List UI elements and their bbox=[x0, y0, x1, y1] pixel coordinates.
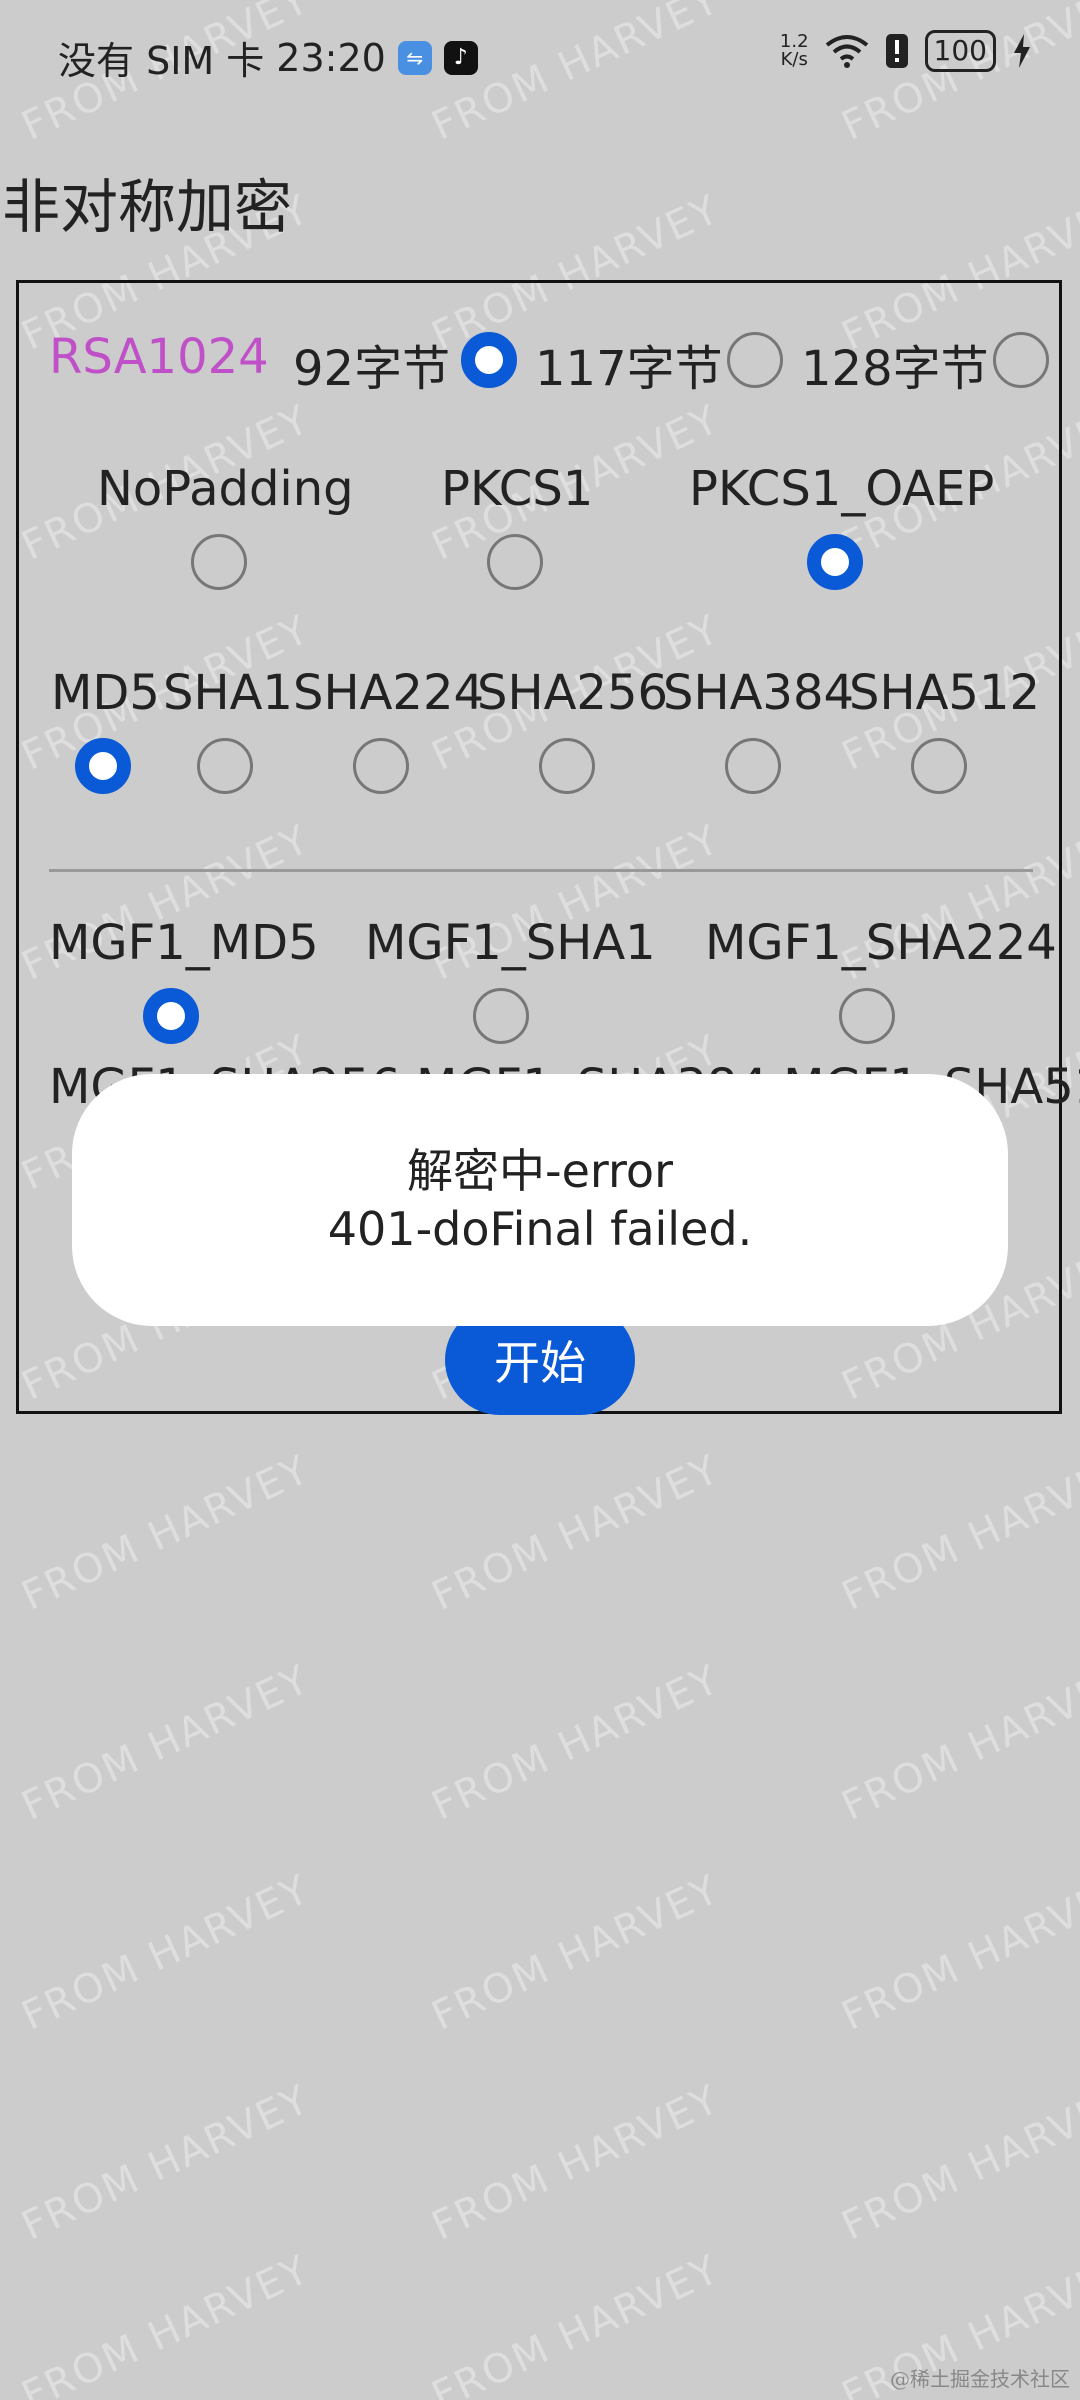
watermark: FROM HARVEY bbox=[834, 1656, 1080, 1830]
digest-radio-sha384[interactable] bbox=[725, 738, 781, 794]
watermark: FROM HARVEY bbox=[424, 2076, 727, 2250]
toast-line-2: 401-doFinal failed. bbox=[327, 1202, 753, 1256]
digest-radio-sha224[interactable] bbox=[353, 738, 409, 794]
mgf1-label-md5: MGF1_MD5 bbox=[49, 915, 319, 971]
digest-radio-sha256[interactable] bbox=[539, 738, 595, 794]
mgf1-radio-md5[interactable] bbox=[143, 988, 199, 1044]
watermark: FROM HARVEY bbox=[424, 1866, 727, 2040]
watermark: FROM HARVEY bbox=[424, 1446, 727, 1620]
clock: 23:20 bbox=[276, 35, 386, 80]
key-size-label-128: 128字节 bbox=[801, 341, 989, 397]
footer-credit: @稀土掘金技术社区 bbox=[890, 2367, 1070, 2391]
padding-label-nopadding: NoPadding bbox=[97, 461, 354, 517]
wifi-icon bbox=[825, 35, 868, 68]
status-left: 没有 SIM 卡 23:20 ⇋ ♪ bbox=[58, 30, 478, 85]
key-size-radio-117[interactable] bbox=[727, 332, 783, 388]
watermark: FROM HARVEY bbox=[834, 2076, 1080, 2250]
watermark: FROM HARVEY bbox=[14, 1656, 317, 1830]
watermark: FROM HARVEY bbox=[14, 2246, 317, 2400]
padding-radio-nopadding[interactable] bbox=[191, 534, 247, 590]
status-bar: 没有 SIM 卡 23:20 ⇋ ♪ 1.2 K/s 100 bbox=[0, 0, 1080, 116]
key-size-radio-92[interactable] bbox=[461, 332, 517, 388]
tiktok-icon: ♪ bbox=[443, 40, 478, 75]
network-speed: 1.2 K/s bbox=[780, 33, 809, 69]
padding-radio-pkcs1[interactable] bbox=[487, 534, 543, 590]
digest-label-md5: MD5 bbox=[51, 665, 160, 721]
page-title: 非对称加密 bbox=[2, 173, 293, 241]
watermark: FROM HARVEY bbox=[424, 1656, 727, 1830]
watermark: FROM HARVEY bbox=[14, 1866, 317, 2040]
mgf1-radio-sha1[interactable] bbox=[473, 988, 529, 1044]
digest-label-sha256: SHA256 bbox=[477, 665, 669, 721]
battery-indicator: 100 bbox=[924, 30, 996, 72]
padding-label-pkcs1-oaep: PKCS1_OAEP bbox=[689, 461, 995, 517]
alert-icon bbox=[885, 34, 908, 68]
padding-label-pkcs1: PKCS1 bbox=[441, 461, 594, 517]
padding-radio-pkcs1-oaep[interactable] bbox=[807, 534, 863, 590]
digest-radio-sha512[interactable] bbox=[911, 738, 967, 794]
digest-label-sha384: SHA384 bbox=[663, 665, 855, 721]
divider bbox=[49, 869, 1033, 872]
digest-label-sha1: SHA1 bbox=[163, 665, 293, 721]
charging-icon bbox=[1014, 34, 1030, 68]
carrier-text: 没有 SIM 卡 bbox=[58, 39, 265, 83]
digest-label-sha224: SHA224 bbox=[293, 665, 485, 721]
key-size-label-92: 92字节 bbox=[293, 341, 451, 397]
network-speed-unit: K/s bbox=[780, 49, 808, 70]
key-size-label-117: 117字节 bbox=[535, 341, 723, 397]
watermark: FROM HARVEY bbox=[834, 1446, 1080, 1620]
key-size-radio-128[interactable] bbox=[993, 332, 1049, 388]
watermark: FROM HARVEY bbox=[14, 1446, 317, 1620]
error-toast: 解密中-error 401-doFinal failed. bbox=[72, 1074, 1008, 1326]
watermark: FROM HARVEY bbox=[424, 2246, 727, 2400]
watermark: FROM HARVEY bbox=[834, 1866, 1080, 2040]
algorithm-label: RSA1024 bbox=[49, 329, 269, 385]
watermark: FROM HARVEY bbox=[14, 2076, 317, 2250]
mgf1-label-sha1: MGF1_SHA1 bbox=[365, 915, 656, 971]
screen: FROM HARVEY FROM HARVEY FROM HARVEY FROM… bbox=[0, 0, 1080, 2400]
status-right: 1.2 K/s 100 bbox=[780, 30, 1032, 72]
toast-line-1: 解密中-error bbox=[407, 1144, 673, 1198]
mgf1-radio-sha224[interactable] bbox=[839, 988, 895, 1044]
mgf1-label-sha224: MGF1_SHA224 bbox=[705, 915, 1057, 971]
usb-icon: ⇋ bbox=[397, 40, 432, 75]
digest-label-sha512: SHA512 bbox=[849, 665, 1041, 721]
digest-radio-md5[interactable] bbox=[75, 738, 131, 794]
digest-radio-sha1[interactable] bbox=[197, 738, 253, 794]
